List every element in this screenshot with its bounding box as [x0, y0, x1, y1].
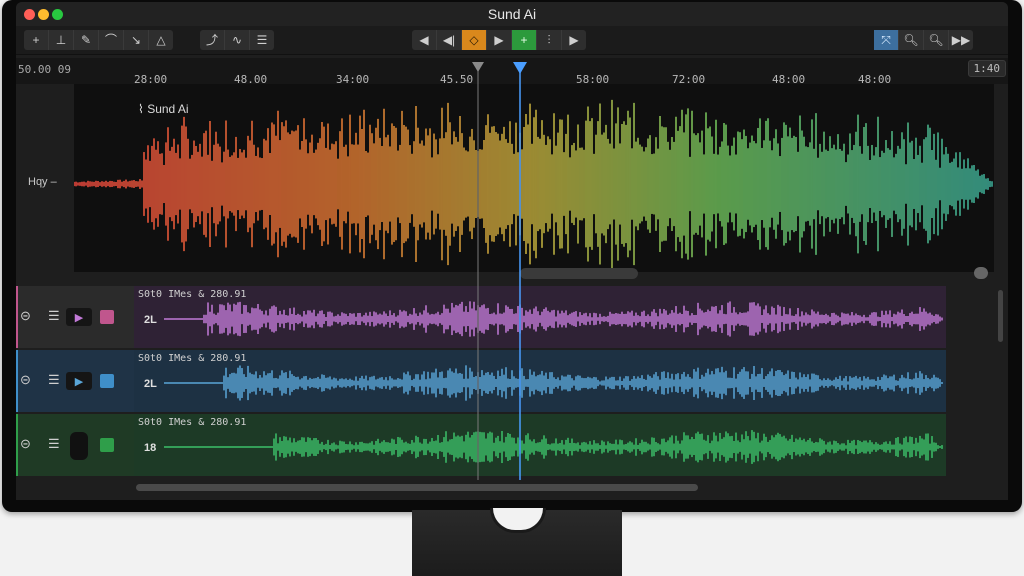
view-tools-group: ⤧ 🔍︎ 🔍︎ ▶▶	[874, 30, 973, 50]
add-marker-button[interactable]: +	[24, 30, 49, 50]
record-arm-icon[interactable]: ⊝	[20, 436, 31, 452]
zoom-out-button[interactable]: 🔍︎	[924, 30, 949, 50]
snap-icon: ⤧	[881, 33, 891, 47]
step-back-button[interactable]: ◀|	[437, 30, 462, 50]
overview-waveform-panel[interactable]	[74, 84, 994, 272]
track-header: ⊝ ☰	[16, 414, 134, 476]
pencil-icon: ✎	[80, 33, 92, 47]
fade-button[interactable]: △	[149, 30, 173, 50]
fade-icon: △	[156, 33, 166, 47]
cursor-icon: ↘	[130, 33, 142, 47]
overview-scroll-knob[interactable]	[974, 267, 988, 279]
track-row[interactable]: ⊝ ☰ S0t0 IMes & 280.91 18	[16, 414, 946, 476]
track-waveform	[164, 301, 943, 337]
volume-knob[interactable]	[70, 432, 88, 460]
zoom-level-readout[interactable]: 1:40	[967, 60, 1006, 77]
wave-icon: ∿	[231, 33, 243, 47]
track-clip[interactable]: S0t0 IMes & 280.91 18	[134, 414, 946, 476]
pin-icon: ⊥	[55, 33, 67, 47]
play-button[interactable]: ▶	[487, 30, 512, 50]
timeline-ruler[interactable]: 28:00 48.00 34:00 45.50 58:00 72:00 48:00 48:00	[16, 58, 1008, 86]
lasso-icon: ⌒	[104, 33, 117, 47]
skip-button[interactable]: ▶▶	[949, 30, 973, 50]
cursor-button[interactable]: ↘	[124, 30, 149, 50]
toolbar: + ⊥ ✎ ⌒ ↘ △ ⤴ ∿ ☰ ◀ ◀| ◇ ▶ + ⫶ ▶ ⤧ 🔍︎ 🔍︎ ▶▶	[16, 26, 1008, 55]
track-number: 18	[144, 442, 157, 454]
wave-button[interactable]: ∿	[225, 30, 250, 50]
curve-button[interactable]: ⤴	[200, 30, 225, 50]
record-arm-icon[interactable]: ⊝	[20, 308, 31, 324]
track-color-swatch[interactable]	[100, 374, 114, 388]
track-play-button[interactable]: ▶	[66, 308, 92, 326]
track-play-button[interactable]: ▶	[66, 372, 92, 390]
overview-waveform	[74, 99, 993, 269]
curve-tools-group: ⤴ ∿ ☰	[200, 30, 274, 50]
track-number: 2L	[144, 378, 157, 390]
pin-button[interactable]: ⊥	[49, 30, 74, 50]
snap-button[interactable]: ⤧	[874, 30, 899, 50]
track-waveform	[164, 430, 943, 464]
pencil-button[interactable]: ✎	[74, 30, 99, 50]
track-row[interactable]: ⊝ ☰ ▶ S0t0 IMes & 280.91 2L	[16, 286, 946, 348]
rewind-button[interactable]: ◀	[412, 30, 437, 50]
play-icon: ▶	[74, 375, 84, 388]
track-clip[interactable]: S0t0 IMes & 280.91 2L	[134, 286, 946, 348]
zoom-in-icon: 🔍︎	[903, 33, 919, 47]
forward-icon: ▶	[569, 33, 579, 47]
curve-icon: ⤴	[205, 33, 218, 47]
track-number: 2L	[144, 314, 157, 326]
app-title: Sund Ai	[487, 6, 537, 22]
zoom-out-icon: 🔍︎	[928, 33, 944, 47]
step-back-icon: ◀|	[442, 33, 456, 47]
zoom-in-button[interactable]: 🔍︎	[899, 30, 924, 50]
track-color-swatch[interactable]	[100, 310, 114, 324]
list-button[interactable]: ☰	[250, 30, 274, 50]
app-window: Sund Ai + ⊥ ✎ ⌒ ↘ △ ⤴ ∿ ☰ ◀ ◀| ◇ ▶ + ⫶ ▶ ⤧ 🔍︎ 🔍︎ ▶▶ 28:0…	[16, 2, 1008, 500]
track-menu-icon[interactable]: ☰	[48, 308, 60, 324]
track-header: ⊝ ☰ ▶	[16, 286, 134, 348]
track-waveform	[164, 365, 943, 401]
add-track-icon: +	[520, 33, 528, 47]
timecode-display: 50.00 09	[18, 63, 71, 76]
add-marker-icon: +	[32, 33, 40, 47]
record-arm-icon[interactable]: ⊝	[20, 372, 31, 388]
rewind-icon: ◀	[419, 33, 429, 47]
track-menu-icon[interactable]: ☰	[48, 372, 60, 388]
transport-controls: ◀ ◀| ◇ ▶ + ⫶ ▶	[412, 30, 586, 50]
add-track-button[interactable]: +	[512, 30, 537, 50]
edit-tools-group: + ⊥ ✎ ⌒ ↘ △	[24, 30, 173, 50]
track-row[interactable]: ⊝ ☰ ▶ S0t0 IMes & 280.91 2L	[16, 350, 946, 412]
mixer-icon: ⫶	[547, 33, 551, 47]
play-icon: ▶	[74, 311, 84, 324]
tracks-horizontal-scrollbar[interactable]	[136, 484, 698, 491]
track-clip[interactable]: S0t0 IMes & 280.91 2L	[134, 350, 946, 412]
overview-scrollbar[interactable]	[520, 268, 638, 279]
mixer-button[interactable]: ⫶	[537, 30, 562, 50]
skip-icon: ▶▶	[951, 33, 971, 47]
loop-icon: ◇	[469, 33, 479, 47]
track-menu-icon[interactable]: ☰	[48, 436, 60, 452]
forward-button[interactable]: ▶	[562, 30, 586, 50]
tracks-vertical-scrollbar[interactable]	[998, 290, 1003, 342]
title-bar: Sund Ai	[16, 2, 1008, 26]
clip-icon: ⌇	[138, 102, 148, 116]
loop-button[interactable]: ◇	[462, 30, 487, 50]
play-icon: ▶	[494, 33, 504, 47]
track-color-swatch[interactable]	[100, 438, 114, 452]
overview-channel-label: Hqy –	[28, 176, 57, 188]
lasso-button[interactable]: ⌒	[99, 30, 124, 50]
list-icon: ☰	[256, 33, 268, 47]
track-header: ⊝ ☰ ▶	[16, 350, 134, 412]
overview-clip-title: ⌇ Sund Ai	[138, 102, 189, 116]
